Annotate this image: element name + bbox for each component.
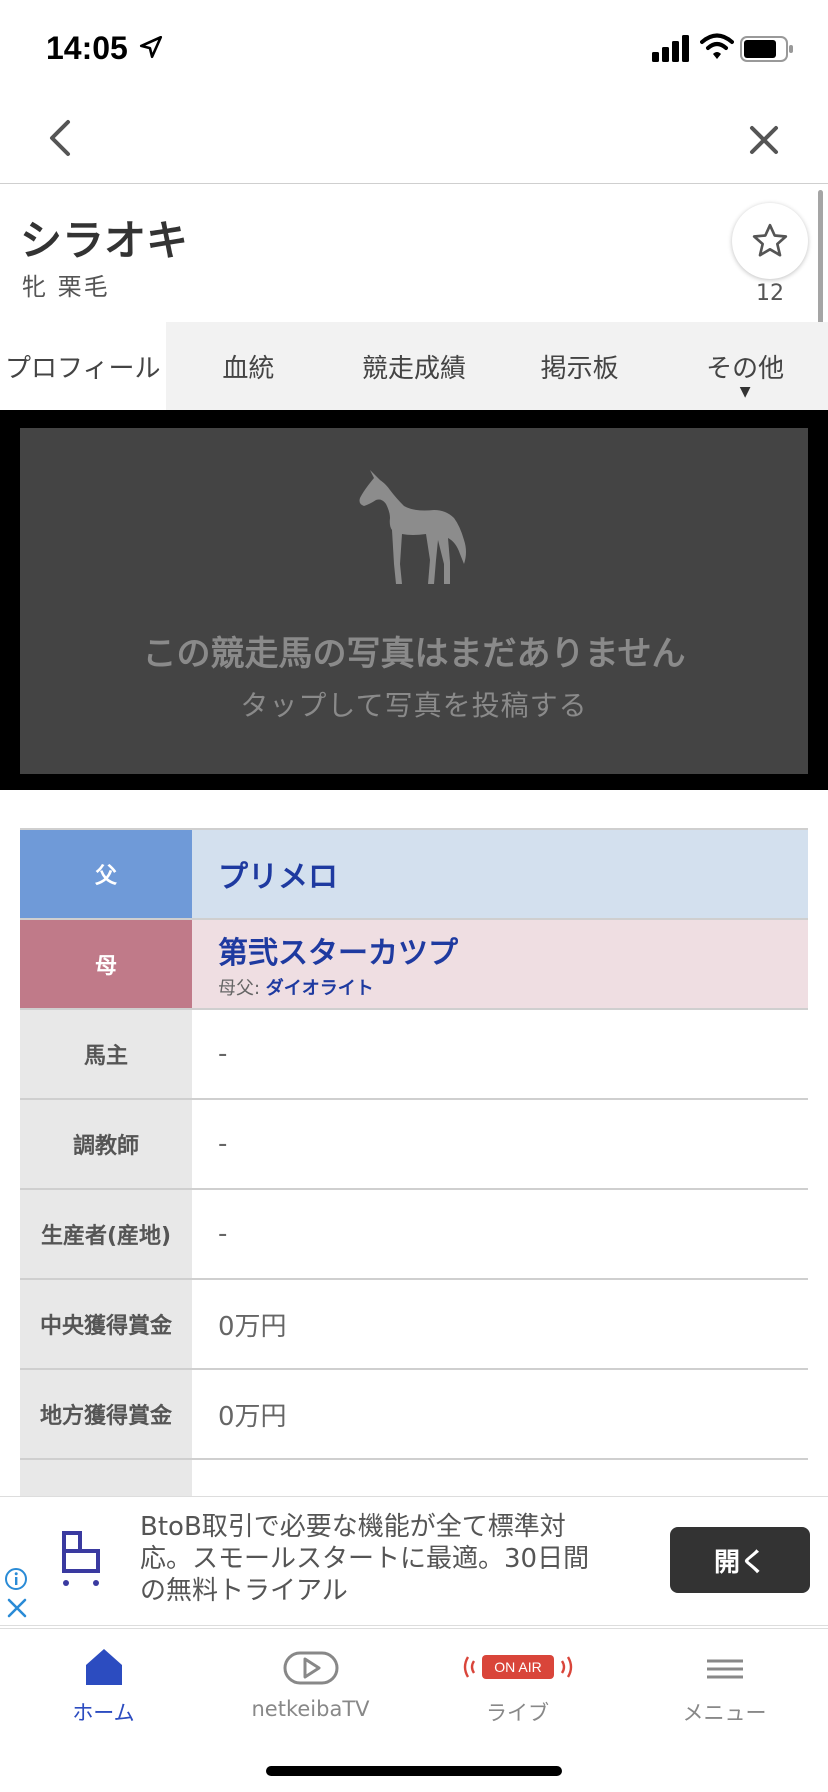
dam-sire-label: 母父: <box>218 978 266 999</box>
horse-name: シラオキ <box>20 217 189 264</box>
row-label: 地方獲得賞金 <box>20 1370 192 1458</box>
tab-label: 掲示板 <box>540 353 619 384</box>
ad-banner[interactable]: BtoB取引で必要な機能が全て標準対応。スモールスタートに最適。30日間の無料ト… <box>0 1496 828 1626</box>
ad-text: BtoB取引で必要な機能が全て標準対応。スモールスタートに最適。30日間の無料ト… <box>140 1512 590 1606</box>
tab-profile[interactable]: プロフィール <box>0 322 166 410</box>
menu-icon <box>706 1659 743 1679</box>
tab-netkeibatv[interactable]: netkeibaTV <box>207 1643 414 1733</box>
tab-label: プロフィール <box>5 353 161 384</box>
tv-play-icon <box>283 1651 338 1685</box>
ad-info-icon[interactable] <box>4 1567 28 1591</box>
tab-other[interactable]: その他 ▼ <box>662 322 828 410</box>
tab-race-results[interactable]: 競走成績 <box>331 322 497 410</box>
dam-value: 第弐スターカツプ 母父: ダイオライト <box>192 920 808 1008</box>
table-row-sire: 父 プリメロ <box>20 830 808 920</box>
photo-upload-area[interactable]: この競走馬の写真はまだありません タップして写真を投稿する <box>20 428 808 774</box>
tab-label: 競走成績 <box>361 353 466 384</box>
home-icon <box>85 1649 122 1685</box>
tab-label: その他 <box>706 353 785 384</box>
row-value: 0万円 <box>218 1311 287 1342</box>
ad-logo-icon <box>62 1531 100 1586</box>
tab-menu-label: メニュー <box>682 1701 767 1725</box>
photo-frame: この競走馬の写真はまだありません タップして写真を投稿する <box>0 410 828 790</box>
tab-home[interactable]: ホーム <box>0 1643 207 1733</box>
row-label: 馬主 <box>20 1010 192 1098</box>
profile-table: 父 プリメロ 母 第弐スターカツプ 母父: ダイオライト 馬主 - 調教師 - … <box>20 828 808 1550</box>
upload-photo-prompt[interactable]: タップして写真を投稿する <box>20 684 808 724</box>
no-photo-message: この競走馬の写真はまだありません <box>142 634 686 674</box>
wifi-icon <box>700 33 734 59</box>
row-label: 中央獲得賞金 <box>20 1280 192 1368</box>
horse-silhouette-icon <box>359 470 466 584</box>
dam-label: 母 <box>20 920 192 1008</box>
home-indicator[interactable] <box>266 1766 562 1776</box>
tab-pedigree[interactable]: 血統 <box>166 322 332 410</box>
star-icon <box>752 223 788 257</box>
cellular-signal-icon <box>652 35 689 62</box>
row-value: - <box>218 1129 228 1159</box>
row-label: 生産者(産地) <box>20 1190 192 1278</box>
tab-live[interactable]: ON AIR ライブ <box>414 1643 621 1733</box>
tab-live-label: ライブ <box>486 1701 549 1725</box>
row-value: 0万円 <box>218 1401 287 1432</box>
favorite-button[interactable] <box>732 203 808 279</box>
tab-label: 血統 <box>222 353 275 384</box>
row-value: - <box>218 1219 228 1249</box>
table-row-breeder: 生産者(産地) - <box>20 1190 808 1280</box>
close-icon[interactable] <box>744 120 784 160</box>
horse-header: シラオキ 牝 栗毛 12 <box>0 185 828 322</box>
table-row-dam: 母 第弐スターカツプ 母父: ダイオライト <box>20 920 808 1010</box>
sire-value: プリメロ <box>192 830 808 918</box>
tab-netkeibatv-label: netkeibaTV <box>251 1697 370 1721</box>
dam-link[interactable]: 第弐スターカツプ <box>218 928 808 972</box>
horse-sex-color: 牝 栗毛 <box>22 273 110 301</box>
tab-bar-top: プロフィール 血統 競走成績 掲示板 その他 ▼ <box>0 322 828 410</box>
row-value: - <box>218 1039 228 1069</box>
table-row-owner: 馬主 - <box>20 1010 808 1100</box>
status-time: 14:05 <box>46 30 128 66</box>
back-chevron-icon[interactable] <box>44 118 78 158</box>
ad-open-button[interactable]: 開く <box>670 1527 810 1593</box>
on-air-badge: ON AIR <box>494 1659 541 1675</box>
battery-icon <box>740 36 793 62</box>
favorite-count: 12 <box>756 281 784 306</box>
navigation-bar <box>0 100 828 184</box>
sire-link[interactable]: プリメロ <box>218 852 808 896</box>
table-row-trainer: 調教師 - <box>20 1100 808 1190</box>
status-bar: 14:05 <box>0 0 828 100</box>
table-row-local-prize: 地方獲得賞金 0万円 <box>20 1370 808 1460</box>
ad-close-icon[interactable] <box>6 1597 28 1619</box>
dam-sire-line: 母父: ダイオライト <box>218 974 808 1000</box>
tab-menu[interactable]: メニュー <box>621 1643 828 1733</box>
row-label: 調教師 <box>20 1100 192 1188</box>
location-arrow-icon <box>139 35 163 59</box>
dam-sire-link[interactable]: ダイオライト <box>266 978 374 999</box>
table-row-central-prize: 中央獲得賞金 0万円 <box>20 1280 808 1370</box>
sire-label: 父 <box>20 830 192 918</box>
on-air-icon: ON AIR <box>463 1655 572 1679</box>
tab-board[interactable]: 掲示板 <box>497 322 663 410</box>
dropdown-arrow-icon: ▼ <box>739 384 751 400</box>
tab-home-label: ホーム <box>72 1701 135 1725</box>
